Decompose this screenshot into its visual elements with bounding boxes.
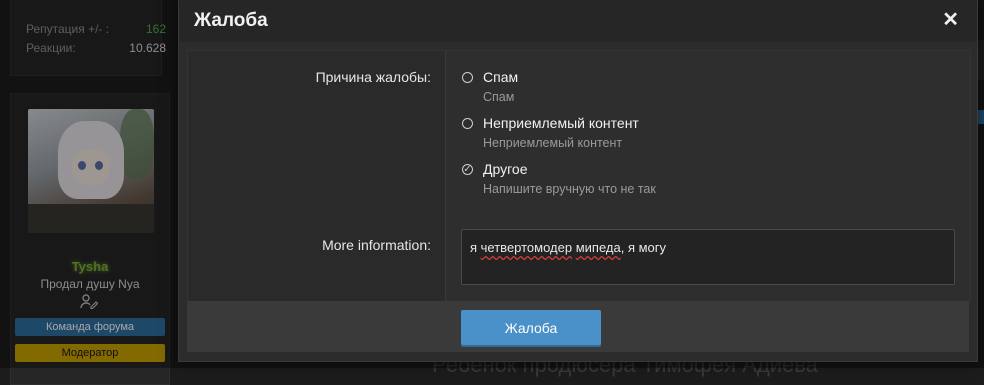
option-label: Другое: [483, 161, 528, 177]
input-text-part: я: [470, 240, 481, 255]
option-hint: Неприемлемый контент: [483, 136, 623, 150]
option-hint: Спам: [483, 90, 515, 104]
more-information-input[interactable]: я четвертомодер мипеда, я могу: [461, 229, 955, 285]
reason-label: Причина жалобы:: [315, 69, 431, 85]
option-label: Спам: [483, 69, 519, 85]
radio-inappropriate[interactable]: [462, 118, 473, 129]
dialog-body: Причина жалобы: More information: Спам С…: [187, 50, 971, 302]
dialog-header: Жалоба ✕: [179, 0, 977, 42]
misspelled-word: мипеда: [575, 240, 621, 255]
close-icon[interactable]: ✕: [942, 9, 959, 31]
input-text-part: , я могу: [620, 240, 667, 255]
dialog-footer: Жалоба: [187, 301, 969, 352]
submit-report-button[interactable]: Жалоба: [461, 310, 601, 345]
option-label: Неприемлемый контент: [483, 115, 639, 131]
report-dialog: Жалоба ✕ Причина жалобы: More informatio…: [178, 0, 978, 362]
label-column: Причина жалобы: More information:: [188, 51, 446, 301]
more-information-label: More information:: [322, 237, 431, 253]
radio-spam[interactable]: [462, 72, 473, 83]
dialog-title: Жалоба: [194, 10, 268, 31]
misspelled-word: четвертомодер: [480, 240, 573, 255]
option-hint: Напишите вручную что не так: [483, 182, 656, 196]
radio-other-checked[interactable]: ✓: [462, 164, 473, 175]
